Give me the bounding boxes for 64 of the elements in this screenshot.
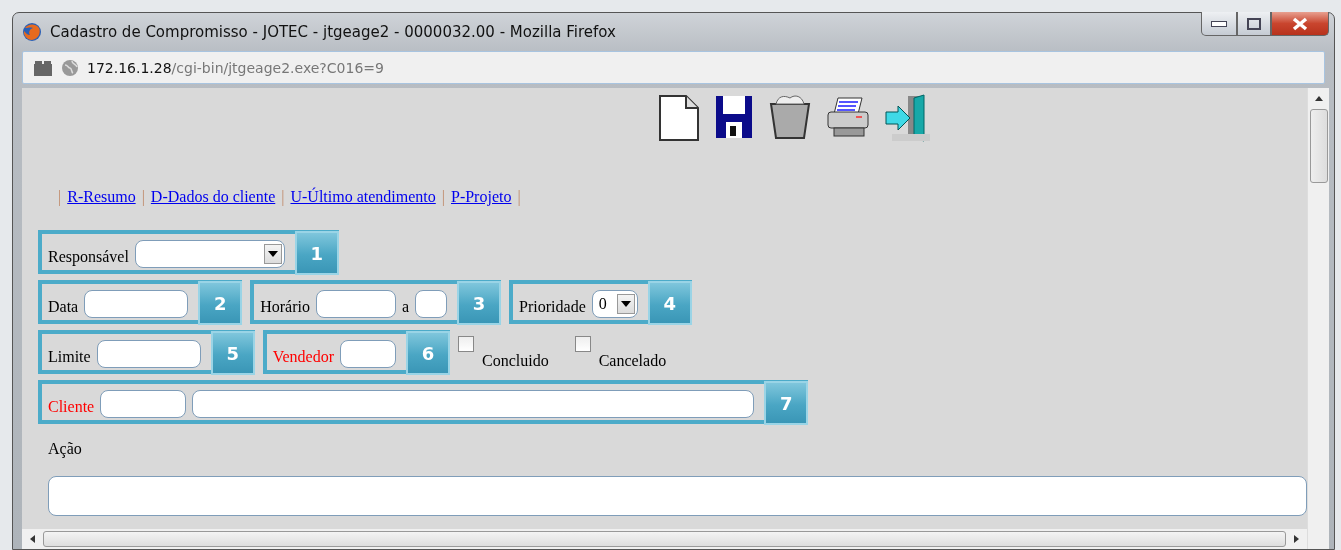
nav-separator: | [441,188,445,206]
printer-icon[interactable] [826,94,870,140]
checkbox-label: Cancelado [598,352,667,371]
text-area[interactable] [48,476,1307,516]
minimize-icon [1211,20,1227,27]
exit-door-icon[interactable] [884,94,932,142]
vertical-scrollbar[interactable] [1307,88,1329,549]
scroll-left-arrow-icon[interactable] [30,535,35,543]
minimize-button[interactable] [1201,12,1237,36]
input-field[interactable] [192,390,755,418]
input-field[interactable] [100,390,187,418]
maximize-icon [1247,17,1261,30]
step-number-badge: 4 [647,281,692,325]
nav-separator: | [517,188,521,206]
field-label: Cliente [48,398,95,417]
checkbox[interactable] [457,336,474,352]
scroll-up-arrow-icon[interactable] [1314,96,1323,101]
step-number-badge: 7 [764,381,809,425]
scrollbar-thumb[interactable] [43,531,1286,547]
input-field[interactable] [339,340,396,368]
scrollbar-thumb[interactable] [1309,109,1328,183]
tab-groups-icon[interactable] [33,59,53,76]
input-field[interactable] [96,340,201,368]
checkbox[interactable] [574,336,591,352]
url-host: 172.16.1.28 [87,59,172,76]
dropdown-field[interactable]: 0 [591,290,638,318]
close-button[interactable] [1271,12,1329,36]
checkbox-label: Concluido [481,352,549,371]
nav-separator: | [58,188,62,206]
field-label: Limite [48,348,91,367]
input-field[interactable] [84,290,189,318]
step-number-badge: 6 [405,331,450,375]
field-label: Responsável [48,248,129,268]
address-bar[interactable]: 172.16.1.28/cgi-bin/jtgeage2.exe?C016=9 [22,51,1325,84]
globe-icon [61,58,79,77]
step-number-badge: 2 [198,281,243,325]
field-label: a [401,298,410,317]
scroll-right-arrow-icon[interactable] [1294,535,1299,543]
new-document-icon[interactable] [656,94,700,142]
field-label: Data [48,298,79,317]
maximize-button[interactable] [1237,12,1271,36]
nav-link[interactable]: R-Resumo [67,188,136,206]
field-label: Vendedor [272,348,334,367]
dropdown-field[interactable] [134,240,285,268]
step-number-badge: 5 [210,331,255,375]
input-field[interactable] [415,290,448,318]
nav-link[interactable]: U-Último atendimento [290,188,436,206]
nav-separator: | [281,188,285,206]
nav-link[interactable]: D-Dados do cliente [150,188,276,206]
step-number-badge: 3 [457,281,502,325]
field-label: Horário [260,298,310,317]
input-field[interactable] [315,290,396,318]
save-icon[interactable] [714,94,754,140]
browser-logo-icon [22,22,42,42]
url-path: /cgi-bin/jtgeage2.exe?C016=9 [171,59,384,76]
nav-separator: | [141,188,145,206]
trash-bin-icon[interactable] [768,94,812,140]
field-label: Prioridade [519,298,586,317]
close-icon [1292,16,1308,31]
step-number-badge: 1 [294,231,339,275]
nav-link[interactable]: P-Projeto [451,188,512,206]
horizontal-scrollbar[interactable] [22,529,1307,549]
field-label: Ação [48,440,82,458]
window-title: Cadastro de Compromisso - JOTEC - jtgeage2 - 0000032.00 - Mozilla Firefox [50,23,616,41]
